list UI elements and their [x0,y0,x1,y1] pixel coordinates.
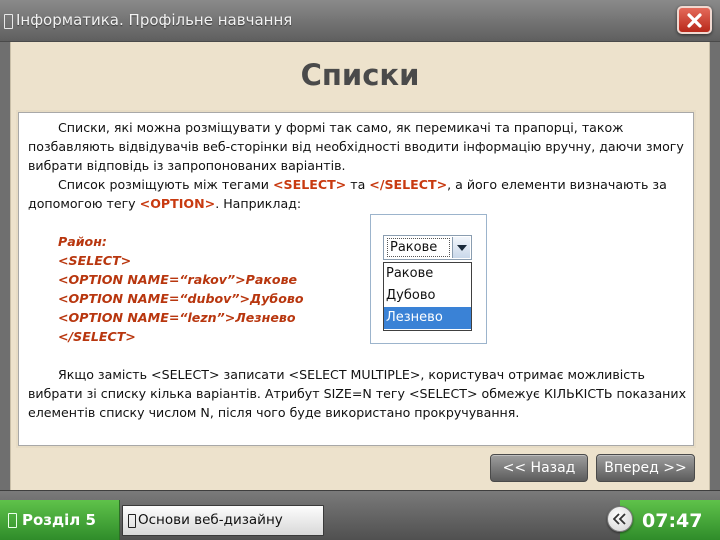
select-dropdown[interactable]: Ракове [383,235,472,260]
section-tab[interactable]: Розділ 5 [0,500,120,540]
section-icon [8,513,17,528]
topic-tab[interactable]: Основи веб-дизайну [122,505,324,536]
paragraph-2-text-d: . Наприклад: [215,196,302,211]
paragraph-3: Якщо замість <SELECT> записати <SELECT M… [28,367,687,420]
back-chevron-button[interactable] [607,506,633,532]
select-option-highlighted[interactable]: Лезнево [384,307,471,329]
back-button[interactable]: << Назад [490,454,588,482]
paragraph-2: Список розміщують між тегами <SELECT> та… [28,175,688,213]
topic-label: Основи веб-дизайну [138,512,283,528]
paragraph-2-text-b: та [346,177,370,192]
select-tag-close: </SELECT> [369,177,448,192]
document-icon [4,14,13,29]
window-title: Інформатика. Профільне навчання [16,11,293,29]
code-example: Район: <SELECT> <OPTION NAME=“rakov”>Рак… [28,232,688,346]
dropdown-arrow[interactable] [452,237,470,258]
slide-title: Списки [300,58,420,92]
clock-time: 07:47 [642,510,703,532]
next-button[interactable]: Вперед >> [596,454,695,482]
paragraph-2-text-a: Список розміщують між тегами [58,177,273,192]
close-x-icon [687,13,702,28]
select-current-value: Ракове [387,238,450,257]
paragraph-1: Списки, які можна розміщувати у формі та… [28,120,684,173]
content-panel: Списки, які можна розміщувати у формі та… [18,112,694,446]
close-button[interactable] [677,6,712,34]
select-tag-open: <SELECT> [272,177,347,192]
select-example-image: Ракове Ракове Дубово Лезнево [370,214,487,344]
window-titlebar: Інформатика. Профільне навчання [0,0,720,42]
option-tag: <OPTION> [139,196,216,211]
select-options-list: Ракове Дубово Лезнево [383,262,472,331]
section-label: Розділ 5 [22,511,96,529]
topic-icon [128,514,136,528]
double-chevron-left-icon [613,513,626,525]
select-option[interactable]: Дубово [384,285,471,307]
select-option[interactable]: Ракове [384,263,471,285]
chevron-down-icon [457,245,467,251]
content-text: Списки, які можна розміщувати у формі та… [28,118,688,422]
